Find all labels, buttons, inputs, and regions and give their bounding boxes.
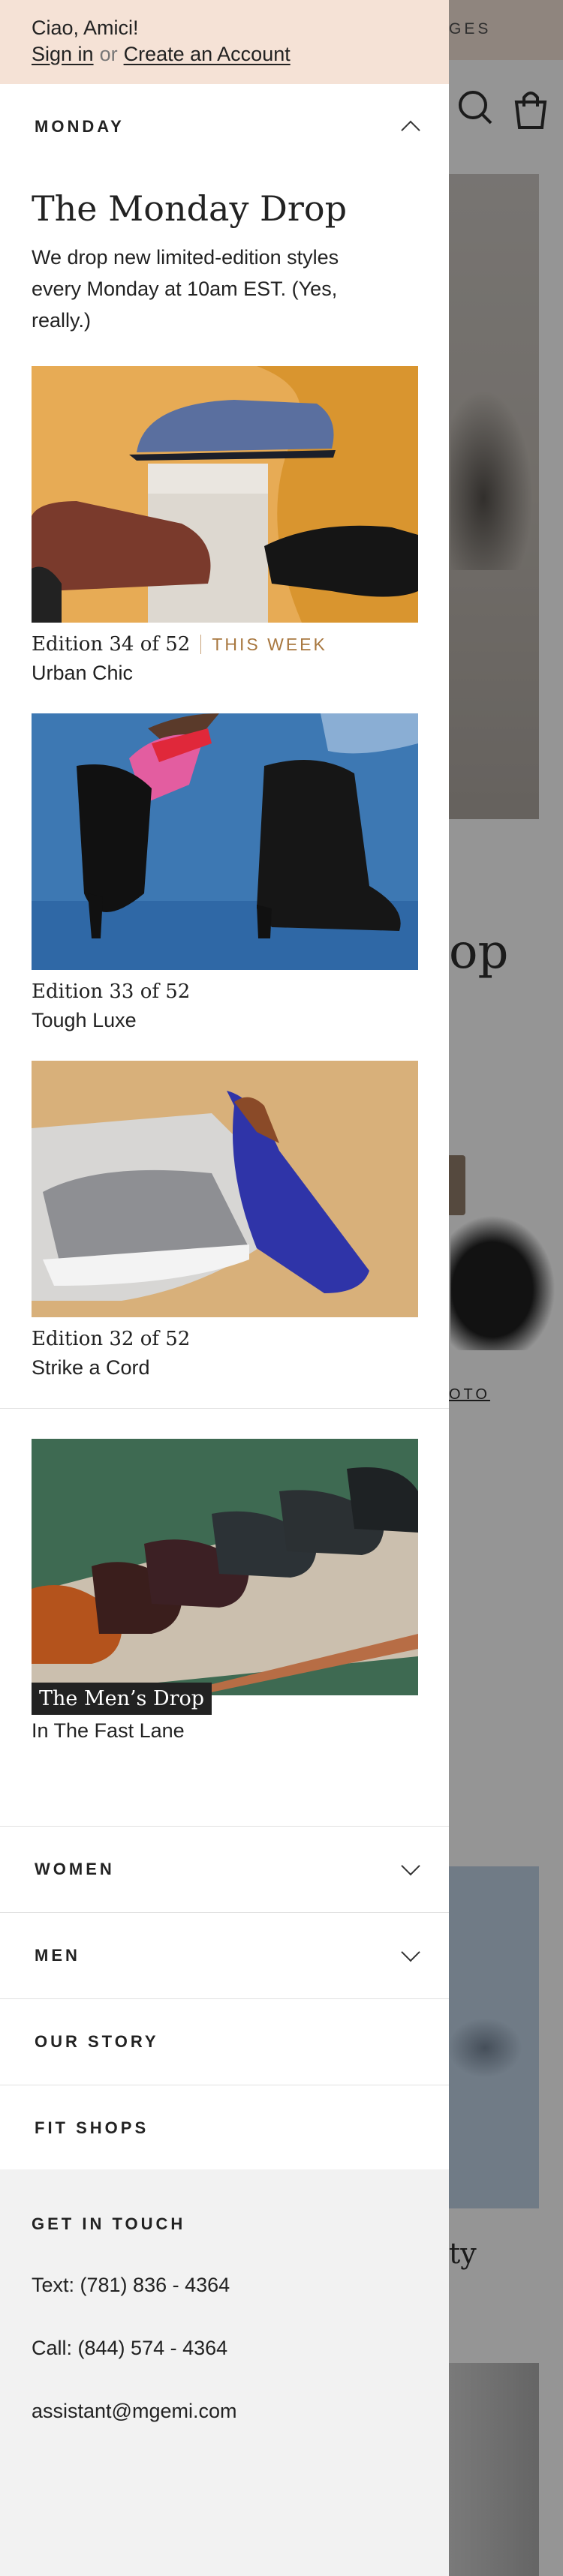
shoe-photo — [32, 1467, 418, 1695]
edition-name[interactable]: Urban Chic — [32, 662, 417, 685]
section-label: MEN — [35, 1946, 80, 1965]
edition-name[interactable]: Tough Luxe — [32, 1009, 417, 1032]
menu-section-men[interactable]: MEN — [0, 1913, 449, 1998]
edition-row: Edition 34 of 52 THIS WEEK — [32, 632, 417, 657]
mens-drop-image[interactable] — [32, 1439, 418, 1695]
greeting-text: Ciao, Amici! — [32, 17, 139, 39]
edition-row: Edition 33 of 52 — [32, 979, 417, 1004]
edition-image[interactable] — [32, 1061, 418, 1317]
contact-heading: GET IN TOUCH — [32, 2214, 186, 2233]
chevron-down-icon — [401, 1856, 420, 1876]
section-label: MONDAY — [35, 117, 125, 136]
edition-card[interactable]: Edition 34 of 52 THIS WEEK Urban Chic — [0, 366, 449, 685]
account-links: Sign in or Create an Account — [32, 41, 417, 68]
this-week-badge: THIS WEEK — [212, 634, 327, 654]
divider — [0, 1408, 449, 1409]
menu-section-fit-shops[interactable]: FIT SHOPS — [0, 2085, 449, 2171]
menu-section-our-story[interactable]: OUR STORY — [0, 1999, 449, 2085]
section-label: WOMEN — [35, 1860, 115, 1878]
drop-title: The Monday Drop — [32, 188, 348, 229]
edition-image[interactable] — [32, 713, 418, 970]
menu-section-monday[interactable]: MONDAY — [0, 84, 449, 170]
edition-name[interactable]: Strike a Cord — [32, 1356, 417, 1380]
chevron-up-icon — [401, 120, 420, 140]
contact-section: GET IN TOUCH Text: (781) 836 - 4364 Call… — [0, 2169, 449, 2576]
mens-drop-badge: The Men’s Drop — [32, 1683, 212, 1715]
edition-card[interactable]: Edition 33 of 52 Tough Luxe — [0, 713, 449, 1032]
email-link[interactable]: assistant@mgemi.com — [32, 2399, 417, 2423]
drop-description: We drop new limited-edition styles every… — [32, 246, 339, 332]
menu-sections: WOMEN MEN OUR STORY FIT SHOPS — [0, 1826, 449, 2171]
mens-drop-card[interactable]: The Men’s Drop In The Fast Lane — [0, 1439, 449, 1743]
shoe-photo — [32, 713, 418, 970]
divider — [200, 635, 202, 654]
sign-in-link[interactable]: Sign in — [32, 43, 94, 65]
shoe-photo — [32, 366, 418, 623]
menu-section-women[interactable]: WOMEN — [0, 1827, 449, 1912]
edition-number: Edition 33 of 52 — [32, 980, 191, 1003]
shoe-photo — [32, 1091, 369, 1301]
greeting-banner: Ciao, Amici! Sign in or Create an Account — [0, 0, 449, 84]
side-menu: Ciao, Amici! Sign in or Create an Account … — [0, 0, 449, 2576]
edition-card[interactable]: Edition 32 of 52 Strike a Cord — [0, 1061, 449, 1380]
edition-image[interactable] — [32, 366, 418, 623]
chevron-down-icon — [401, 1942, 420, 1962]
mens-drop-name[interactable]: In The Fast Lane — [32, 1719, 417, 1743]
edition-number: Edition 34 of 52 — [32, 633, 191, 656]
or-text: or — [99, 43, 118, 65]
section-label: FIT SHOPS — [35, 2118, 149, 2137]
edition-number: Edition 32 of 52 — [32, 1328, 191, 1350]
text-phone-link[interactable]: Text: (781) 836 - 4364 — [32, 2273, 417, 2297]
section-label: OUR STORY — [35, 2032, 159, 2051]
edition-row: Edition 32 of 52 — [32, 1326, 417, 1352]
call-phone-link[interactable]: Call: (844) 574 - 4364 — [32, 2336, 417, 2360]
create-account-link[interactable]: Create an Account — [124, 43, 291, 65]
